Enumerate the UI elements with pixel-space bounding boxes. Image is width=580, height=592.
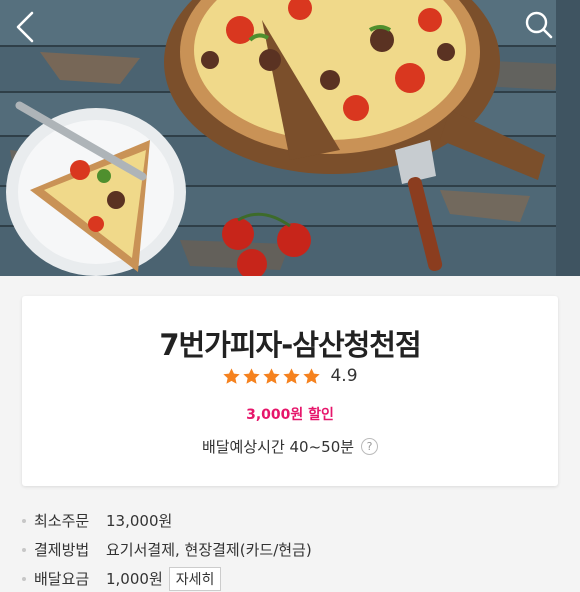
delivery-time: 배달예상시간 40~50분 ?: [22, 436, 558, 457]
store-details: 최소주문 13,000원 결제방법 요기서결제, 현장결제(카드/현금) 배달요…: [22, 506, 558, 592]
star-icon: [283, 367, 301, 384]
search-button[interactable]: [524, 10, 564, 50]
rating: 4.9: [22, 366, 558, 386]
pizza-photo: [0, 0, 580, 276]
min-order-label: 최소주문: [34, 512, 90, 530]
star-rating: [222, 367, 321, 386]
delivery-time-text: 배달예상시간 40~50분: [201, 438, 355, 456]
delivery-fee-row: 배달요금 1,000원 자세히: [22, 564, 558, 592]
bullet-icon: [22, 548, 26, 552]
hero-image: [0, 0, 580, 276]
bullet-icon: [22, 577, 26, 581]
back-button[interactable]: [14, 10, 54, 50]
store-name: 7번가피자-삼산청천점: [159, 328, 421, 362]
star-icon: [303, 367, 321, 384]
payment-method-row: 결제방법 요기서결제, 현장결제(카드/현금): [22, 535, 558, 564]
search-icon: [525, 11, 553, 39]
star-icon: [223, 367, 241, 384]
min-order-value: 13,000원: [106, 512, 173, 530]
help-icon[interactable]: ?: [361, 438, 379, 455]
discount-badge: 3,000원 할인: [246, 407, 334, 423]
store-info-card: 7번가피자-삼산청천점 4.9 3,000원 할인 배달예상시간 40~50분 …: [22, 296, 558, 486]
star-icon: [243, 367, 261, 384]
star-icon: [263, 367, 281, 384]
bullet-icon: [22, 519, 26, 523]
delivery-fee-value: 1,000원: [106, 570, 163, 588]
rating-value: 4.9: [330, 366, 358, 386]
payment-method-label: 결제방법: [34, 541, 90, 559]
min-order-row: 최소주문 13,000원: [22, 506, 558, 535]
chevron-left-icon: [16, 11, 34, 43]
details-button[interactable]: 자세히: [168, 566, 222, 591]
delivery-fee-label: 배달요금: [34, 570, 90, 588]
delivery-fee-value-wrap: 1,000원 자세히: [106, 566, 222, 591]
payment-method-value: 요기서결제, 현장결제(카드/현금): [106, 541, 312, 559]
